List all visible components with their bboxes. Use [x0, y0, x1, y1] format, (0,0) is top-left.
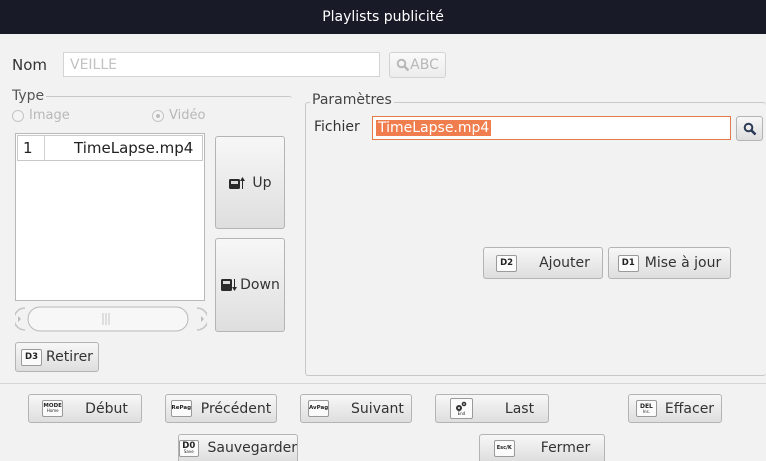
file-input[interactable]: TimeLapse.mp4 — [372, 116, 731, 140]
del-key-icon: DEL Ins. — [635, 400, 657, 417]
list-item-index: 1 — [23, 139, 33, 157]
end-key-icon: End — [449, 398, 473, 419]
scroll-thumb[interactable] — [27, 306, 189, 332]
window-title-bar: Playlists publicité — [0, 0, 766, 34]
params-group-label: Paramètres — [310, 92, 394, 108]
precedent-button-label: Précédent — [200, 400, 272, 417]
window-title: Playlists publicité — [322, 9, 444, 25]
last-button-label: Last — [504, 400, 535, 417]
ins-key-text: Ins. — [642, 408, 650, 414]
file-label: Fichier — [314, 119, 360, 135]
radio-video-circle — [152, 109, 164, 122]
params-group-frame — [305, 102, 766, 376]
type-group-label: Type — [10, 88, 47, 104]
fermer-button[interactable]: Esc/K Fermer — [479, 434, 605, 461]
move-down-label: Down — [240, 277, 280, 293]
search-icon — [743, 122, 756, 135]
browse-file-button[interactable] — [736, 116, 763, 141]
horizontal-scrollbar[interactable] — [15, 304, 207, 334]
keyboard-button[interactable]: ABC — [389, 52, 446, 78]
move-up-icon — [229, 176, 246, 189]
last-button[interactable]: End Last — [435, 394, 549, 423]
scroll-left-arrow-icon[interactable] — [18, 316, 21, 322]
column-divider — [44, 136, 45, 160]
move-up-button[interactable]: Up — [215, 136, 285, 229]
playlist-list[interactable]: 1 TimeLapse.mp4 — [15, 133, 205, 301]
move-up-label: Up — [252, 174, 272, 191]
mode-home-key-icon: MODE Home — [42, 400, 64, 417]
list-item-file: TimeLapse.mp4 — [74, 139, 194, 157]
scroll-right-arrow-icon[interactable] — [201, 316, 204, 322]
list-item[interactable]: 1 TimeLapse.mp4 — [17, 135, 203, 161]
name-input-value: VEILLE — [70, 56, 117, 73]
footer-divider — [0, 383, 766, 384]
radio-image-label: Image — [29, 108, 70, 123]
d0-key-icon: D0 Save — [179, 439, 199, 457]
update-button-label: Mise à jour — [644, 255, 722, 271]
sauvegarder-button-label: Sauvegarder — [207, 440, 297, 456]
remove-button-label: Retirer — [46, 349, 93, 365]
d2-key-icon: D2 — [496, 254, 518, 272]
precedent-button[interactable]: RePag Précédent — [165, 394, 277, 423]
effacer-button-label: Effacer — [664, 400, 715, 417]
d1-key-icon: D1 — [617, 254, 639, 272]
save-key-text: Save — [183, 449, 194, 455]
home-key-text: Home — [46, 408, 59, 414]
d3-key-icon: D3 — [21, 348, 43, 366]
sauvegarder-button[interactable]: D0 Save Sauvegarder — [178, 434, 298, 461]
move-down-button[interactable]: Down — [215, 238, 285, 332]
add-button-label: Ajouter — [539, 255, 590, 271]
suivant-button-label: Suivant — [351, 400, 404, 417]
keyboard-button-label: ABC — [410, 57, 439, 73]
esc-key-icon: Esc/K — [493, 439, 515, 457]
move-down-icon — [221, 279, 238, 291]
remove-button[interactable]: D3 Retirer — [15, 342, 99, 372]
debut-button-label: Début — [85, 400, 128, 417]
repag-key-icon: RePag — [170, 400, 192, 417]
file-input-value: TimeLapse.mp4 — [376, 120, 492, 136]
end-key-text: End — [457, 411, 466, 416]
effacer-button[interactable]: DEL Ins. Effacer — [628, 394, 722, 423]
suivant-button[interactable]: AvPag Suivant — [300, 394, 412, 423]
name-input[interactable]: VEILLE — [63, 52, 380, 77]
search-icon — [396, 58, 410, 72]
avpag-key-icon: AvPag — [308, 400, 330, 417]
debut-button[interactable]: MODE Home Début — [28, 394, 142, 423]
radio-video[interactable]: Vidéo — [152, 108, 205, 123]
radio-video-label: Vidéo — [169, 108, 206, 123]
update-button[interactable]: D1 Mise à jour — [608, 247, 731, 279]
name-label: Nom — [12, 56, 48, 74]
radio-image[interactable]: Image — [12, 108, 70, 123]
add-button[interactable]: D2 Ajouter — [483, 247, 603, 279]
radio-image-circle — [12, 109, 24, 122]
fermer-button-label: Fermer — [540, 440, 591, 456]
